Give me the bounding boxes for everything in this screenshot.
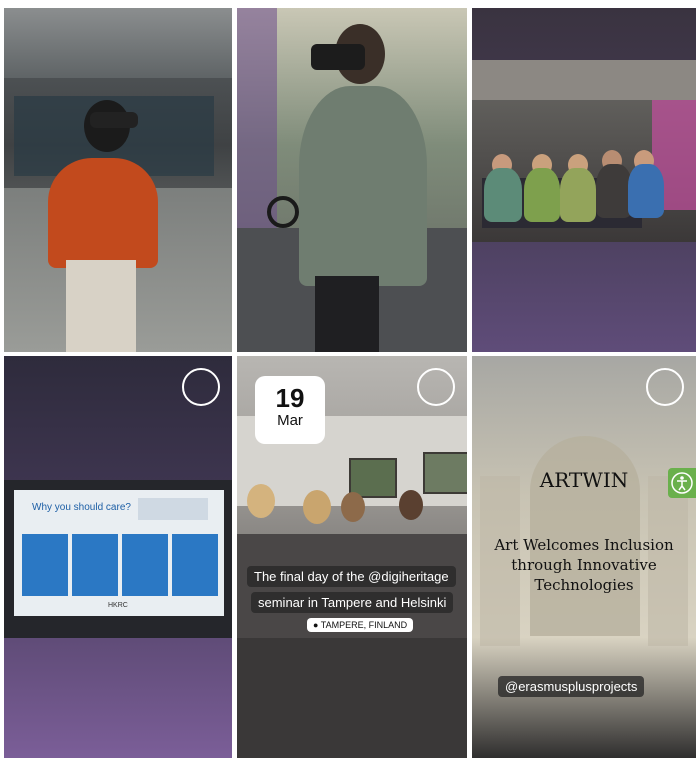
person-head	[247, 484, 275, 518]
date-day: 19	[275, 383, 305, 413]
story-tile-4[interactable]: Why you should care? HKRC	[4, 356, 232, 758]
vr-headset-icon	[311, 44, 365, 70]
accessibility-icon[interactable]	[668, 468, 696, 498]
artwin-title: ARTWIN	[539, 468, 629, 492]
story-caption-line-2: seminar in Tampere and Helsinki	[251, 592, 454, 613]
slide-panel	[122, 534, 168, 596]
person-legs	[66, 260, 136, 352]
person-body	[524, 168, 560, 222]
story-tile-2[interactable]	[237, 8, 467, 352]
person-body	[628, 164, 664, 218]
slide-panel	[72, 534, 118, 596]
slide-footer: HKRC	[108, 602, 128, 609]
circle-select-icon[interactable]	[417, 368, 455, 406]
wall-painting	[423, 452, 467, 494]
slide-title: Why you should care?	[32, 502, 131, 513]
location-text: TAMPERE, FINLAND	[320, 620, 408, 630]
story-tile-6[interactable]: ARTWIN Art Welcomes Inclusion through In…	[472, 356, 696, 758]
location-sticker[interactable]: ● TAMPERE, FINLAND	[307, 618, 414, 632]
balcony	[472, 60, 696, 100]
circle-select-icon[interactable]	[646, 368, 684, 406]
floor	[237, 638, 467, 758]
ceiling	[4, 8, 232, 78]
story-tile-1[interactable]	[4, 8, 232, 352]
location-pin-icon: ●	[313, 620, 319, 630]
person-body	[596, 164, 632, 218]
artwin-subtitle-2: through Innovative	[511, 556, 657, 574]
accessibility-figure-icon	[671, 472, 693, 494]
person-head	[341, 492, 365, 522]
artwin-subtitle-3: Technologies	[534, 576, 634, 594]
slide-panel	[22, 534, 68, 596]
artwin-subtitle-1: Art Welcomes Inclusion	[494, 536, 674, 554]
story-tile-3[interactable]	[472, 8, 696, 352]
story-tile-5[interactable]: 19 Mar The final day of the @digiheritag…	[237, 356, 467, 758]
handle-caption: @erasmusplusprojects	[498, 676, 645, 697]
slide: Why you should care? HKRC	[14, 490, 224, 616]
person-body	[560, 168, 596, 222]
story-caption-line-1: The final day of the @digiheritage	[247, 566, 456, 587]
vr-headset-icon	[90, 112, 138, 128]
vr-controller-icon	[267, 196, 299, 228]
story-grid: Why you should care? HKRC 19 Mar The fin…	[0, 0, 696, 758]
person-legs	[315, 276, 379, 352]
person-body	[48, 158, 158, 268]
slide-chart	[138, 498, 208, 520]
person-body	[299, 86, 427, 286]
date-sticker: 19 Mar	[255, 376, 325, 444]
slide-panel	[172, 534, 218, 596]
circle-select-icon[interactable]	[182, 368, 220, 406]
date-month: Mar	[277, 412, 303, 429]
person-body	[484, 168, 522, 222]
person-head	[303, 490, 331, 524]
person-head	[399, 490, 423, 520]
